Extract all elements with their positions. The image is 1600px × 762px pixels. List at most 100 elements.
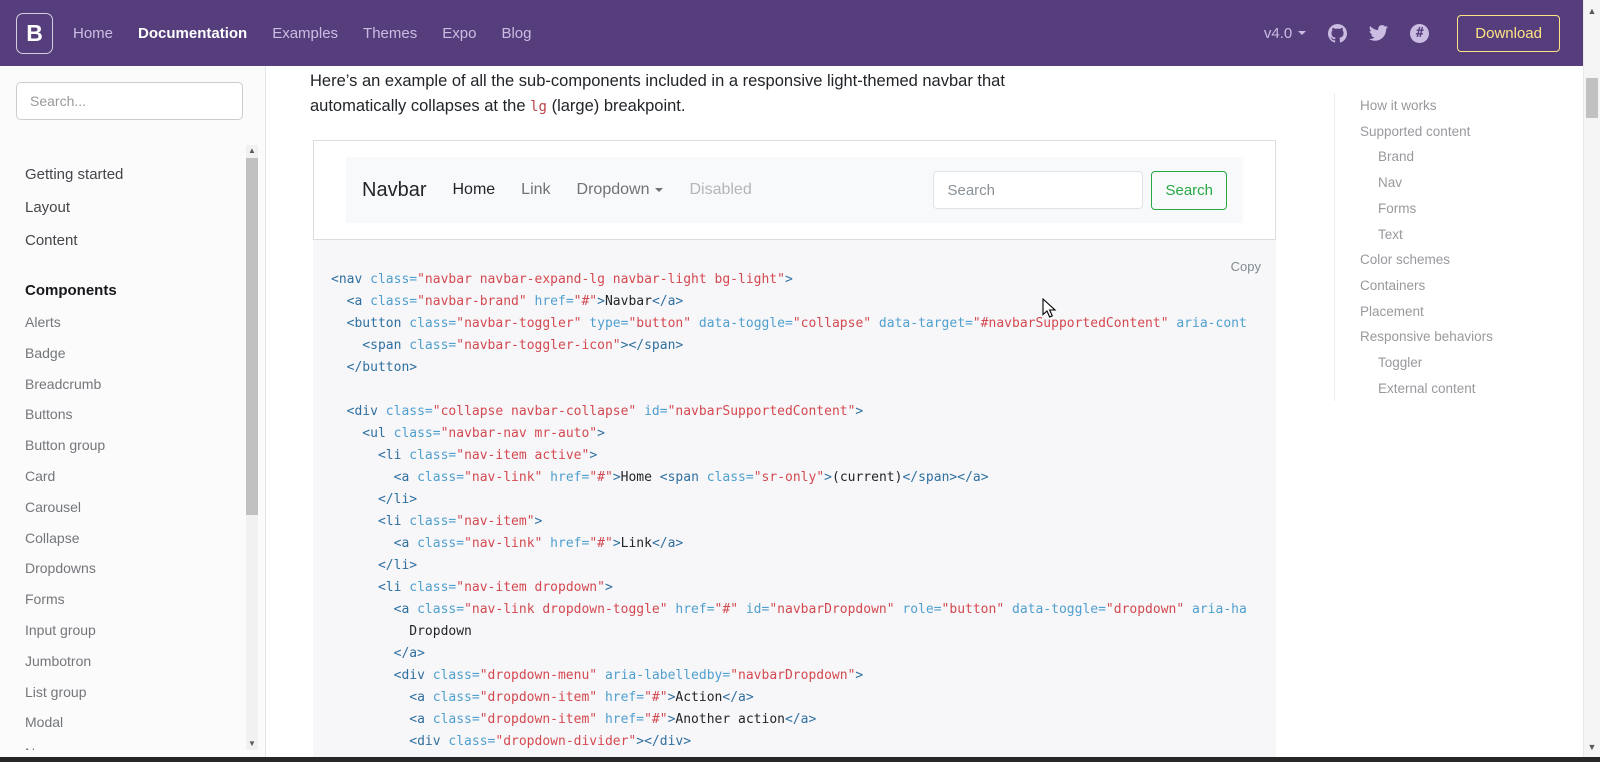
- sidebar-item-dropdowns[interactable]: Dropdowns: [25, 553, 245, 584]
- code-line: </li>: [331, 558, 418, 573]
- toc-item-forms[interactable]: Forms: [1360, 196, 1564, 222]
- bootstrap-logo[interactable]: B: [16, 12, 53, 54]
- intro-text-after: (large) breakpoint.: [546, 96, 686, 115]
- header-link-documentation[interactable]: Documentation: [138, 25, 247, 42]
- example-navbar-brand[interactable]: Navbar: [362, 179, 426, 202]
- page-scrollbar[interactable]: ▲ ▼: [1583, 0, 1600, 762]
- example-nav-link-disabled: Disabled: [689, 181, 752, 198]
- sidebar-group-layout[interactable]: Layout: [25, 191, 245, 224]
- sidebar-item-buttons[interactable]: Buttons: [25, 399, 245, 430]
- live-example-box: Navbar Home Link Dropdown Disabled Search: [313, 140, 1276, 240]
- example-nav-link-link[interactable]: Link: [521, 181, 550, 199]
- example-search-input[interactable]: [933, 171, 1144, 209]
- code-line: <li class="nav-item dropdown">: [331, 580, 613, 595]
- toc-item-containers[interactable]: Containers: [1360, 273, 1564, 299]
- sidebar-item-button-group[interactable]: Button group: [25, 430, 245, 461]
- copy-button[interactable]: Copy: [1231, 259, 1261, 274]
- code-line: </a>: [331, 646, 425, 661]
- example-navbar: Navbar Home Link Dropdown Disabled Search: [346, 157, 1243, 223]
- intro-paragraph: Here’s an example of all the sub-compone…: [310, 69, 1030, 119]
- code-line: <a class="navbar-brand" href="#">Navbar<…: [331, 294, 684, 309]
- header-link-examples[interactable]: Examples: [272, 25, 338, 42]
- code-line: <div class="collapse navbar-collapse" id…: [331, 404, 864, 419]
- sidebar-item-list-group[interactable]: List group: [25, 677, 245, 708]
- code-line: <li class="nav-item active">: [331, 448, 598, 463]
- code-line: <nav class="navbar navbar-expand-lg navb…: [331, 272, 793, 287]
- sidebar-item-collapse[interactable]: Collapse: [25, 523, 245, 554]
- sidebar-group-getting-started[interactable]: Getting started: [25, 158, 245, 191]
- github-icon[interactable]: [1328, 23, 1348, 43]
- sidebar-item-jumbotron[interactable]: Jumbotron: [25, 646, 245, 677]
- header-right: v4.0 # Download: [1263, 14, 1560, 52]
- table-of-contents: How it works Supported content Brand Nav For…: [1334, 93, 1564, 402]
- example-nav-link-dropdown[interactable]: Dropdown: [577, 181, 664, 199]
- top-navbar: B Home Documentation Examples Themes Expo Blo…: [0, 0, 1600, 66]
- toc-item-text[interactable]: Text: [1360, 222, 1564, 248]
- code-line: <a class="dropdown-item" href="#">Action…: [331, 690, 754, 705]
- version-dropdown[interactable]: v4.0: [1263, 24, 1307, 42]
- example-navbar-links: Home Link Dropdown Disabled: [452, 181, 777, 199]
- page-scrollbar-thumb[interactable]: [1586, 78, 1598, 118]
- toc-item-nav[interactable]: Nav: [1360, 170, 1564, 196]
- header-link-blog[interactable]: Blog: [501, 25, 531, 42]
- twitter-icon[interactable]: [1369, 25, 1389, 41]
- scroll-down-icon[interactable]: ▼: [246, 738, 258, 750]
- page-scroll-up-icon[interactable]: ▲: [1584, 6, 1600, 16]
- download-button[interactable]: Download: [1457, 14, 1560, 52]
- header-link-expo[interactable]: Expo: [442, 25, 476, 42]
- toc-item-brand[interactable]: Brand: [1360, 144, 1564, 170]
- code-line: Dropdown: [331, 624, 472, 639]
- code-line: <a class="nav-link dropdown-toggle" href…: [331, 602, 1247, 617]
- search-input[interactable]: [16, 82, 243, 120]
- sidebar-item-modal[interactable]: Modal: [25, 707, 245, 738]
- sidebar-item-forms[interactable]: Forms: [25, 584, 245, 615]
- sidebar-group-content[interactable]: Content: [25, 224, 245, 257]
- sidebar-item-badge[interactable]: Badge: [25, 338, 245, 369]
- code-line: <div class="dropdown-menu" aria-labelled…: [331, 668, 864, 683]
- code-line: <span class="navbar-toggler-icon"></span…: [331, 338, 684, 353]
- slack-icon[interactable]: #: [1410, 23, 1430, 43]
- toc-item-placement[interactable]: Placement: [1360, 299, 1564, 325]
- toc-item-external-content[interactable]: External content: [1360, 376, 1564, 402]
- sidebar-scrollbar-thumb[interactable]: [246, 158, 258, 515]
- chevron-down-icon: [655, 187, 664, 192]
- sidebar-item-breadcrumb[interactable]: Breadcrumb: [25, 369, 245, 400]
- code-lines: <nav class="navbar navbar-expand-lg navb…: [331, 269, 1260, 762]
- code-line: <li class="nav-item">: [331, 514, 543, 529]
- sidebar-scrollbar[interactable]: ▲ ▼: [246, 145, 258, 750]
- code-line: <button class="navbar-toggler" type="but…: [331, 316, 1247, 331]
- code-line: <a class="nav-link" href="#">Home <span …: [331, 470, 989, 485]
- toc-item-toggler[interactable]: Toggler: [1360, 350, 1564, 376]
- sidebar-item-card[interactable]: Card: [25, 461, 245, 492]
- chevron-down-icon: [1298, 31, 1307, 35]
- sidebar-nav: Getting started Layout Content Components Al…: [0, 145, 245, 750]
- window-bottom-edge: [0, 757, 1600, 762]
- header-link-home[interactable]: Home: [73, 25, 113, 42]
- sidebar-item-carousel[interactable]: Carousel: [25, 492, 245, 523]
- sidebar-item-alerts[interactable]: Alerts: [25, 307, 245, 338]
- header-link-themes[interactable]: Themes: [363, 25, 417, 42]
- code-line: <a class="nav-link" href="#">Link</a>: [331, 536, 684, 551]
- code-line: <ul class="navbar-nav mr-auto">: [331, 426, 605, 441]
- example-nav-link-home[interactable]: Home: [452, 181, 495, 199]
- toc-item-supported-content[interactable]: Supported content: [1360, 119, 1564, 145]
- page-scroll-down-icon[interactable]: ▼: [1584, 742, 1600, 752]
- inline-code-lg: lg: [530, 98, 547, 115]
- sidebar-item-navs[interactable]: Navs: [25, 738, 245, 750]
- toc-item-color-schemes[interactable]: Color schemes: [1360, 247, 1564, 273]
- sidebar-group-components[interactable]: Components: [25, 274, 245, 307]
- version-label: v4.0: [1263, 24, 1293, 42]
- toc-item-how-it-works[interactable]: How it works: [1360, 93, 1564, 119]
- sidebar-item-input-group[interactable]: Input group: [25, 615, 245, 646]
- header-nav: Home Documentation Examples Themes Expo Blog: [73, 25, 556, 42]
- code-line: </button>: [331, 360, 418, 375]
- sidebar: Getting startedLayoutContent ComponentsAl…: [0, 66, 266, 762]
- code-line: <a class="dropdown-item" href="#">Anothe…: [331, 712, 817, 727]
- code-line: </li>: [331, 492, 418, 507]
- scroll-up-icon[interactable]: ▲: [246, 145, 258, 157]
- example-search-button[interactable]: Search: [1151, 170, 1227, 210]
- toc-item-responsive-behaviors[interactable]: Responsive behaviors: [1360, 324, 1564, 350]
- code-line: <div class="dropdown-divider"></div>: [331, 734, 692, 749]
- code-block: Copy <nav class="navbar navbar-expand-lg…: [313, 240, 1276, 762]
